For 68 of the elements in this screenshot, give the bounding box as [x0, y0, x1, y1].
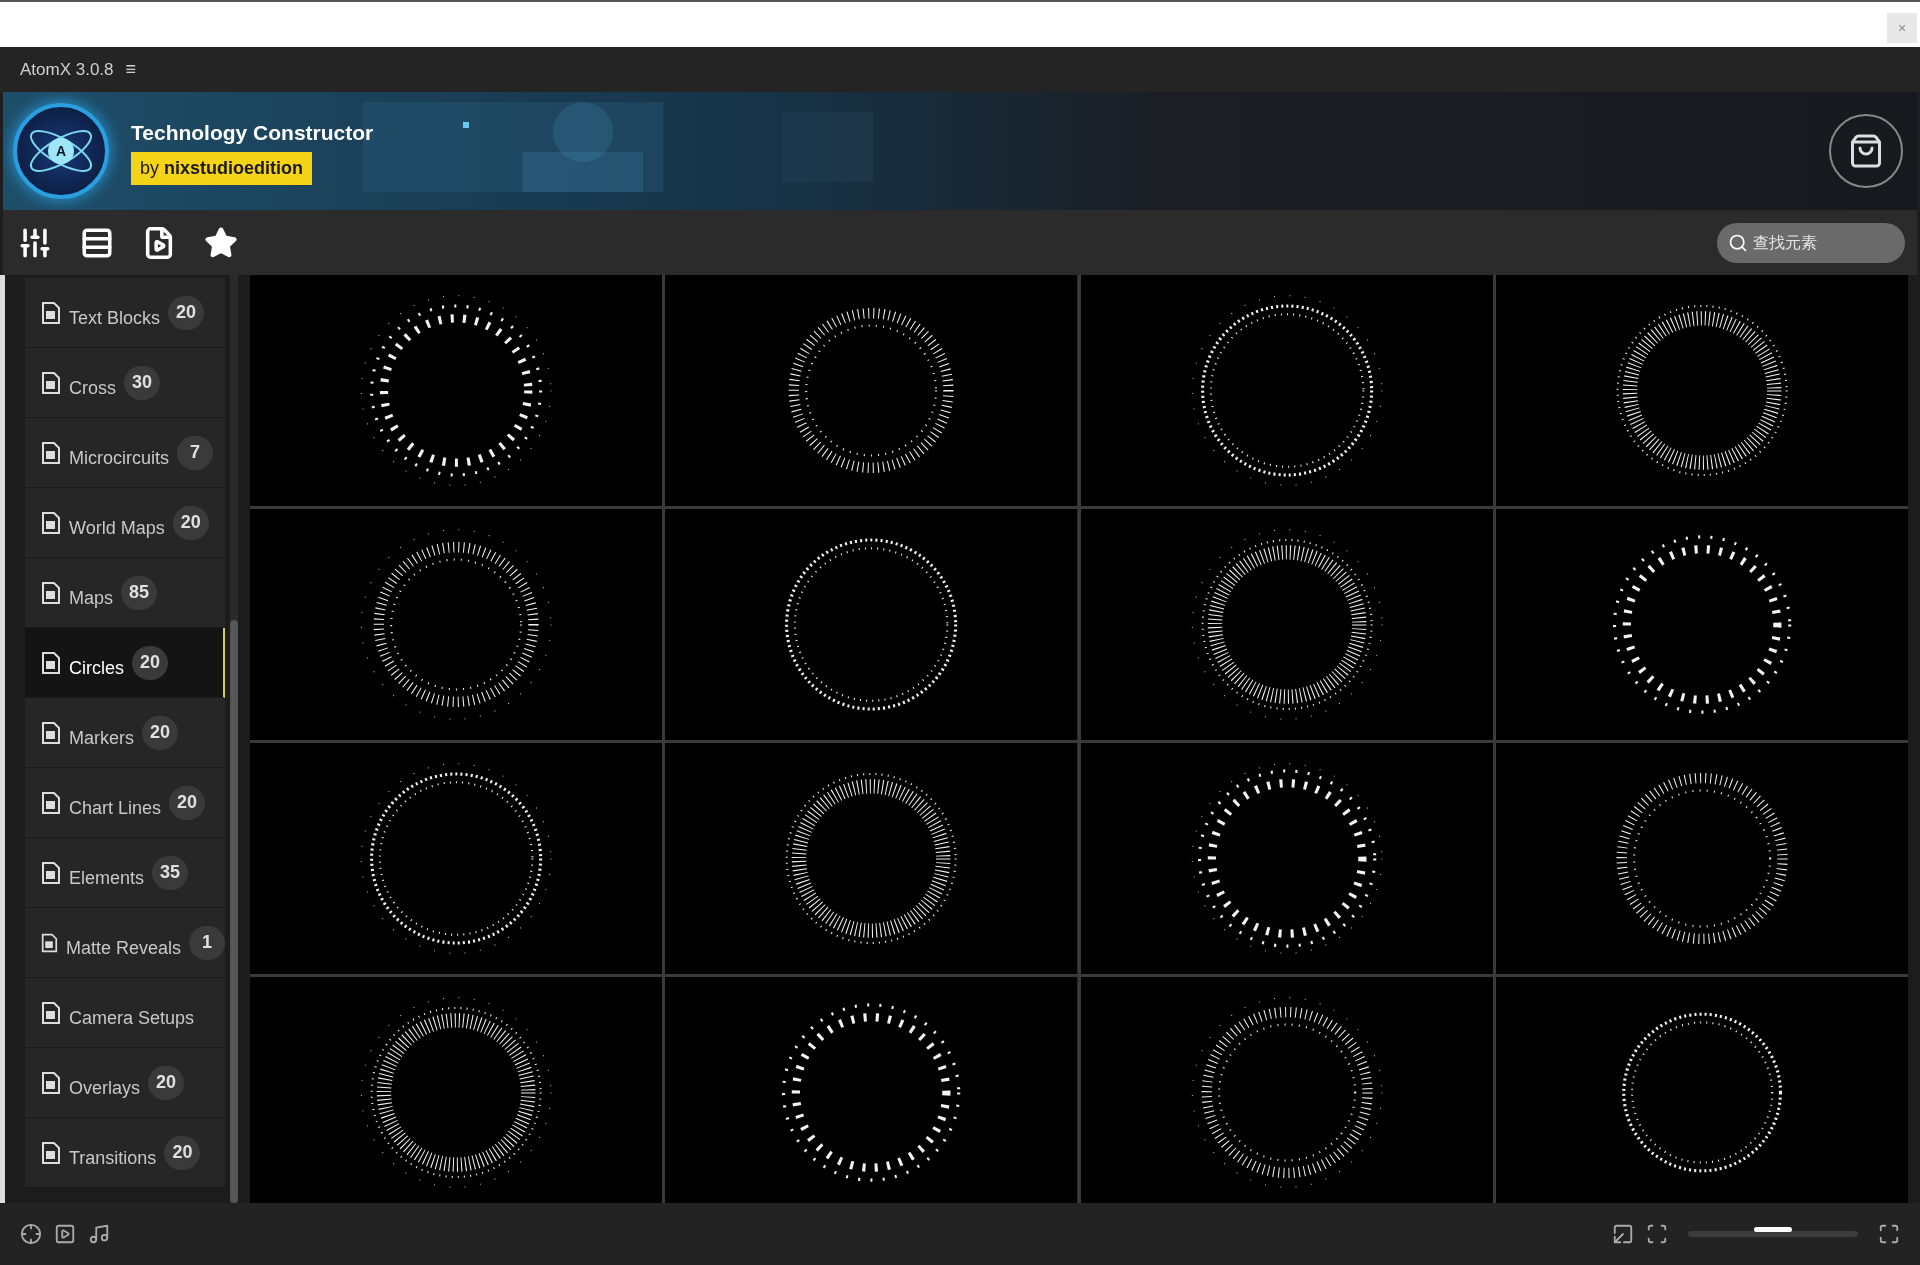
item-label: Text Blocks	[69, 307, 161, 330]
sidebar-item[interactable]: Maps 85	[25, 558, 225, 628]
item-label: Chart Lines	[69, 797, 162, 820]
item-label: Microcircuits	[69, 447, 169, 470]
item-label: Circles	[69, 657, 124, 680]
search-icon	[1728, 232, 1748, 253]
item-label: Elements	[69, 867, 145, 890]
ae-file-icon	[41, 1141, 61, 1164]
bag-icon	[1848, 133, 1884, 169]
count-badge: 35	[152, 855, 189, 890]
count-badge: 20	[164, 1135, 201, 1170]
ae-file-icon	[41, 441, 61, 464]
author-badge: by nixstudioedition	[131, 152, 312, 186]
ae-file-icon	[41, 511, 61, 534]
sidebar-item[interactable]: Markers 20	[25, 698, 225, 768]
count-badge: 1	[189, 925, 225, 960]
sidebar-item[interactable]: Circles 20	[25, 628, 225, 698]
shop-button[interactable]	[1829, 114, 1903, 188]
item-label: World Maps	[69, 517, 165, 540]
ae-file-icon	[41, 581, 61, 604]
banner-title: Technology Constructor	[131, 119, 374, 146]
count-badge: 20	[142, 715, 179, 750]
ae-file-icon	[41, 721, 61, 744]
count-badge: 20	[172, 505, 209, 540]
ae-file-icon	[41, 931, 58, 954]
item-label: Matte Reveals	[65, 937, 181, 960]
ae-file-icon	[41, 301, 61, 324]
ae-file-icon	[41, 651, 61, 674]
scrollbar-thumb[interactable]	[230, 620, 238, 1203]
fullscreen-icon[interactable]	[1878, 1223, 1900, 1245]
sidebar-item[interactable]: Transitions 20	[25, 1118, 225, 1188]
count-badge: 20	[168, 295, 205, 330]
sidebar-item[interactable]: Chart Lines 20	[25, 768, 225, 838]
search-field[interactable]: 查找元素	[1717, 222, 1905, 263]
fit-icon[interactable]	[1646, 1223, 1668, 1245]
item-label: Camera Setups	[69, 1007, 195, 1030]
count-badge: 30	[124, 365, 161, 400]
count-badge: 20	[148, 1065, 185, 1100]
sidebar-item[interactable]: Text Blocks 20	[25, 278, 225, 348]
ae-file-icon	[41, 1071, 61, 1094]
music-icon[interactable]	[88, 1223, 110, 1245]
sidebar-item[interactable]: Overlays 20	[25, 1048, 225, 1118]
count-badge: 20	[169, 785, 206, 820]
item-label: Transitions	[69, 1147, 157, 1170]
sidebar-item[interactable]: Matte Reveals 1	[25, 908, 225, 978]
item-label: Overlays	[69, 1077, 140, 1100]
target-icon[interactable]	[20, 1223, 42, 1245]
menu-button[interactable]: ≡	[125, 56, 137, 83]
sidebar-item[interactable]: World Maps 20	[25, 488, 225, 558]
slider-thumb[interactable]	[1754, 1227, 1792, 1232]
ae-file-icon	[41, 861, 61, 884]
sidebar-item[interactable]: Elements 35	[25, 838, 225, 908]
item-label: Cross	[69, 377, 116, 400]
count-badge: 20	[132, 645, 169, 680]
sidebar-item[interactable]: Camera Setups	[25, 978, 225, 1048]
play-icon[interactable]	[54, 1223, 76, 1245]
item-label: Markers	[69, 727, 134, 750]
count-badge: 7	[177, 435, 213, 470]
resize-icon[interactable]	[1612, 1223, 1634, 1245]
ae-file-icon	[41, 1001, 61, 1024]
sidebar-item[interactable]: Microcircuits 7	[25, 418, 225, 488]
count-badge: 85	[121, 575, 158, 610]
sidebar-item[interactable]: Cross 30	[25, 348, 225, 418]
ae-file-icon	[41, 791, 61, 814]
window-title: AtomX 3.0.8	[20, 58, 114, 81]
item-label: Maps	[69, 587, 113, 610]
ae-file-icon	[41, 371, 61, 394]
logo-letter: A	[48, 138, 74, 164]
